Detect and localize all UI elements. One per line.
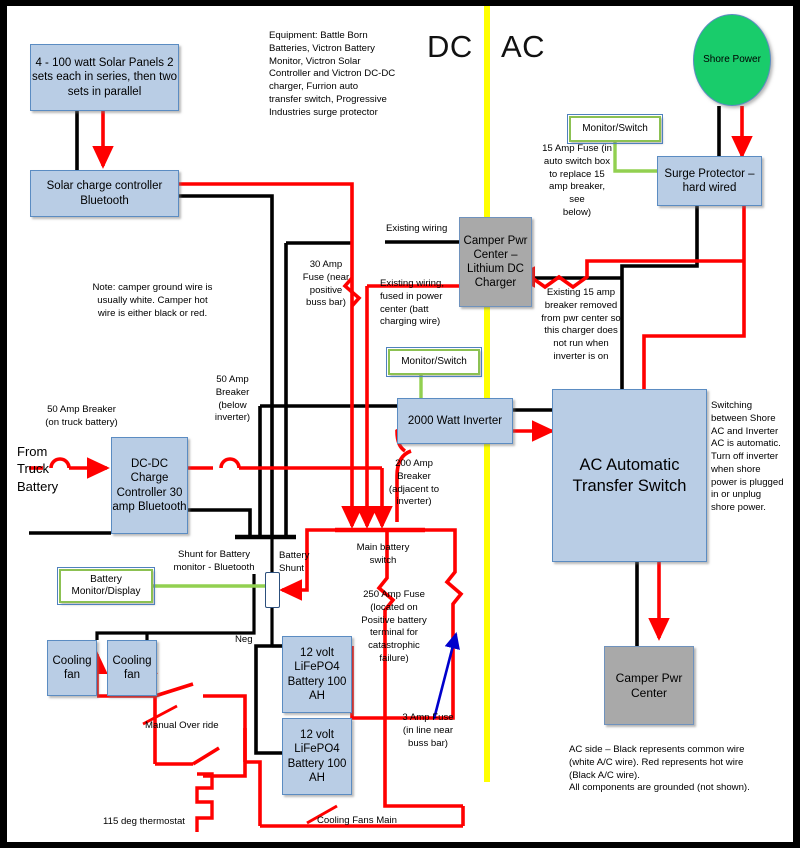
node-2000-watt-inverter[interactable]: 2000 Watt Inverter [397,398,513,444]
node-camper-pwr-center-lithium-dc-charger[interactable]: Camper Pwr Center – Lithium DC Charger [459,217,532,307]
node-monitor-switch-surge[interactable]: Monitor/Switch [566,113,664,145]
annotation-15-amp-breaker-removed: Existing 15 amp breaker removed from pwr… [541,287,621,362]
annotation-manual-over-ride: Manual Over ride [145,720,219,731]
node-battery-1[interactable]: 12 volt LiFePO4 Battery 100 AH [282,636,352,713]
annotation-main-battery-switch: Main battery switch [356,542,410,566]
node-dc-dc-charge-controller[interactable]: DC-DC Charge Controller 30 amp Bluetooth [111,437,188,534]
dc-section-label: DC [427,29,473,64]
diagram-canvas: DC AC 4 - 100 watt Solar Panels 2 sets e… [7,6,793,842]
annotation-30-amp-fuse: 30 Amp Fuse (near positive buss bar) [302,259,350,309]
annotation-50-amp-breaker-truck: 50 Amp Breaker (on truck battery) [45,404,118,428]
annotation-existing-wiring-fused: Existing wiring, fused in power center (… [380,278,444,328]
node-solar-charge-controller[interactable]: Solar charge controller Bluetooth [30,170,179,217]
node-solar-panels[interactable]: 4 - 100 watt Solar Panels 2 sets each in… [30,44,179,111]
ac-section-label: AC [501,29,546,64]
annotation-15-amp-fuse: 15 Amp Fuse (in auto switch box to repla… [542,143,612,218]
annotation-cooling-fans-main: Cooling Fans Main [317,815,397,826]
node-cooling-fan-2[interactable]: Cooling fan [107,640,157,696]
node-surge-protector[interactable]: Surge Protector – hard wired [657,156,762,206]
node-cooling-fan-1[interactable]: Cooling fan [47,640,97,696]
annotation-200-amp-breaker: 200 Amp Breaker (adjacent to inverter) [388,458,440,508]
annotation-from-truck-battery: From Truck Battery [17,444,59,494]
dc-ac-divider [484,6,490,782]
annotation-equipment-list: Equipment: Battle Born Batteries, Victro… [269,30,396,118]
annotation-ground-wire-note: Note: camper ground wire is usually whit… [92,282,213,319]
node-camper-pwr-center[interactable]: Camper Pwr Center [604,646,694,725]
annotation-neg: Neg [235,634,253,645]
node-shore-power[interactable]: Shore Power [693,14,771,106]
node-monitor-switch-inverter[interactable]: Monitor/Switch [385,346,483,378]
annotation-115-deg-thermostat: 115 deg thermostat [103,816,185,827]
annotation-existing-wiring: Existing wiring [386,223,448,234]
annotation-50-amp-breaker-below-inverter: 50 Amp Breaker (below inverter) [214,374,251,424]
annotation-shunt-for-battery-monitor: Shunt for Battery monitor - Bluetooth [173,549,255,573]
annotation-battery-shunt: Battery Shunt [279,550,310,574]
wiring-diagram-page: DC AC 4 - 100 watt Solar Panels 2 sets e… [0,0,800,848]
annotation-transfer-switch-note: Switching between Shore AC and Inverter … [711,400,784,513]
node-battery-shunt[interactable] [265,572,280,608]
node-battery-monitor-display[interactable]: Battery Monitor/Display [56,566,156,606]
annotation-3-amp-fuse: 3 Amp Fuse (in line near buss bar) [402,712,454,749]
node-ac-automatic-transfer-switch[interactable]: AC Automatic Transfer Switch [552,389,707,562]
annotation-ac-side-legend: AC side – Black represents common wire (… [569,744,750,794]
annotation-250-amp-fuse: 250 Amp Fuse (located on Positive batter… [361,589,427,664]
node-battery-2[interactable]: 12 volt LiFePO4 Battery 100 AH [282,718,352,795]
